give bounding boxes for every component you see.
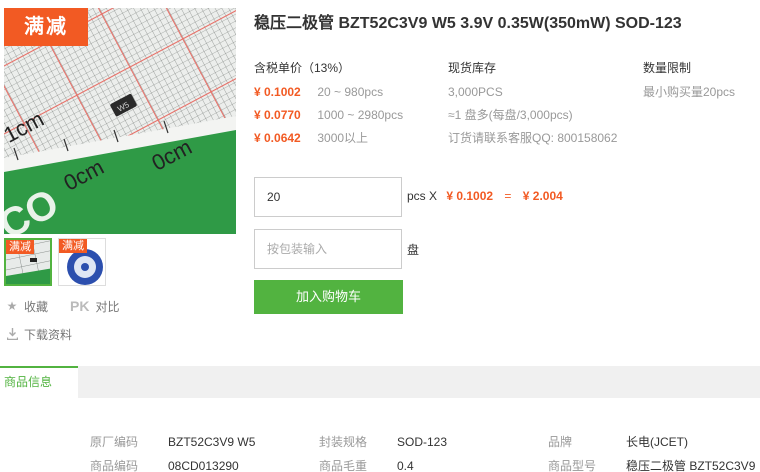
stock-line: ≈1 盘多(每盘/3,000pcs) — [448, 108, 573, 122]
add-to-cart-button[interactable]: 加入购物车 — [254, 280, 403, 314]
spec-value: 0.4 — [397, 459, 414, 472]
spec-item: 品牌 长电(JCET) — [548, 433, 688, 450]
side-actions: ★ 收藏 PK 对比 下载资料 — [4, 298, 119, 354]
favorite-row: ★ 收藏 PK 对比 — [4, 298, 120, 315]
spec-key: 商品毛重 — [319, 459, 368, 472]
spec-key: 封装规格 — [319, 435, 368, 449]
favorite-link[interactable]: 收藏 — [24, 298, 48, 315]
thumbnail-strip: 满减 满减 — [4, 238, 106, 286]
limit-header: 数量限制 — [643, 61, 692, 75]
tier-range: 1000 ~ 2980pcs — [317, 108, 404, 122]
unit-label: pcs X — [407, 189, 438, 203]
thumbnail-promo-tag: 满减 — [59, 239, 87, 253]
spec-item: 原厂编码 BZT52C3V9 W5 — [90, 433, 255, 450]
thumbnail-promo-tag: 满减 — [6, 240, 34, 254]
calc-unit-price: ¥ 0.1002 — [446, 189, 494, 203]
limit-line: 最小购买量20pcs — [643, 85, 736, 99]
spec-key: 原厂编码 — [90, 435, 139, 449]
spec-key: 品牌 — [548, 435, 573, 449]
promo-tag: 满减 — [4, 8, 88, 46]
tier-price: ¥ 0.1002 — [254, 85, 301, 99]
spec-item: 商品编码 08CD013290 — [90, 457, 239, 472]
tier-range: 3000以上 — [317, 131, 369, 145]
tier-range: 20 ~ 980pcs — [317, 85, 384, 99]
reel-input[interactable]: 按包装输入 — [254, 229, 402, 269]
star-icon[interactable]: ★ — [4, 299, 20, 313]
download-icon[interactable] — [4, 328, 20, 340]
price-tier: ¥ 0.0642 3000以上 — [254, 130, 403, 146]
spec-value: BZT52C3V9 W5 — [168, 435, 256, 449]
spec-value: 稳压二极管 BZT52C3V9 — [626, 459, 756, 472]
reel-unit: 盘 — [407, 243, 420, 257]
spec-value: 长电(JCET) — [626, 435, 688, 449]
tab-product-info[interactable]: 商品信息 — [0, 366, 78, 398]
stock-column: 现货库存 3,000PCS ≈1 盘多(每盘/3,000pcs) 订货请联系客服… — [448, 60, 617, 153]
price-tier: ¥ 0.1002 20 ~ 980pcs — [254, 84, 403, 100]
stock-header: 现货库存 — [448, 61, 497, 75]
download-link[interactable]: 下载资料 — [24, 326, 72, 343]
limit-column: 数量限制 最小购买量20pcs — [643, 60, 735, 107]
download-row: 下载资料 — [4, 326, 119, 342]
spec-item: 封装规格 SOD-123 — [319, 433, 447, 450]
spec-item: 商品毛重 0.4 — [319, 457, 414, 472]
spec-key: 商品型号 — [548, 459, 597, 472]
order-calculation: pcs X ¥ 0.1002 = ¥ 2.004 — [407, 189, 563, 203]
quantity-input[interactable]: 20 — [254, 177, 402, 217]
price-tier: ¥ 0.0770 1000 ~ 2980pcs — [254, 107, 403, 123]
thumbnail-1[interactable]: 满减 — [4, 238, 52, 286]
product-title: 稳压二极管 BZT52C3V9 W5 3.9V 0.35W(350mW) SOD… — [254, 15, 682, 32]
spec-value: SOD-123 — [397, 435, 448, 449]
pk-badge[interactable]: PK — [70, 298, 89, 314]
stock-line: 3,000PCS — [448, 85, 503, 99]
info-tab-bar: 商品信息 — [0, 366, 760, 398]
compare-link[interactable]: 对比 — [95, 298, 119, 315]
tier-price: ¥ 0.0770 — [254, 108, 301, 122]
equals-sign: = — [504, 189, 512, 203]
spec-key: 商品编码 — [90, 459, 139, 472]
spec-item: 商品型号 稳压二极管 BZT52C3V9 — [548, 457, 755, 472]
stock-contact-line: 订货请联系客服QQ: 800158062 — [448, 131, 618, 145]
spec-value: 08CD013290 — [168, 459, 239, 472]
price-column: 含税单价（13%） ¥ 0.1002 20 ~ 980pcs ¥ 0.0770 … — [254, 60, 403, 153]
calc-total-price: ¥ 2.004 — [522, 189, 563, 203]
thumbnail-2[interactable]: 满减 — [58, 238, 106, 286]
price-header: 含税单价（13%） — [254, 61, 351, 75]
tier-price: ¥ 0.0642 — [254, 131, 301, 145]
